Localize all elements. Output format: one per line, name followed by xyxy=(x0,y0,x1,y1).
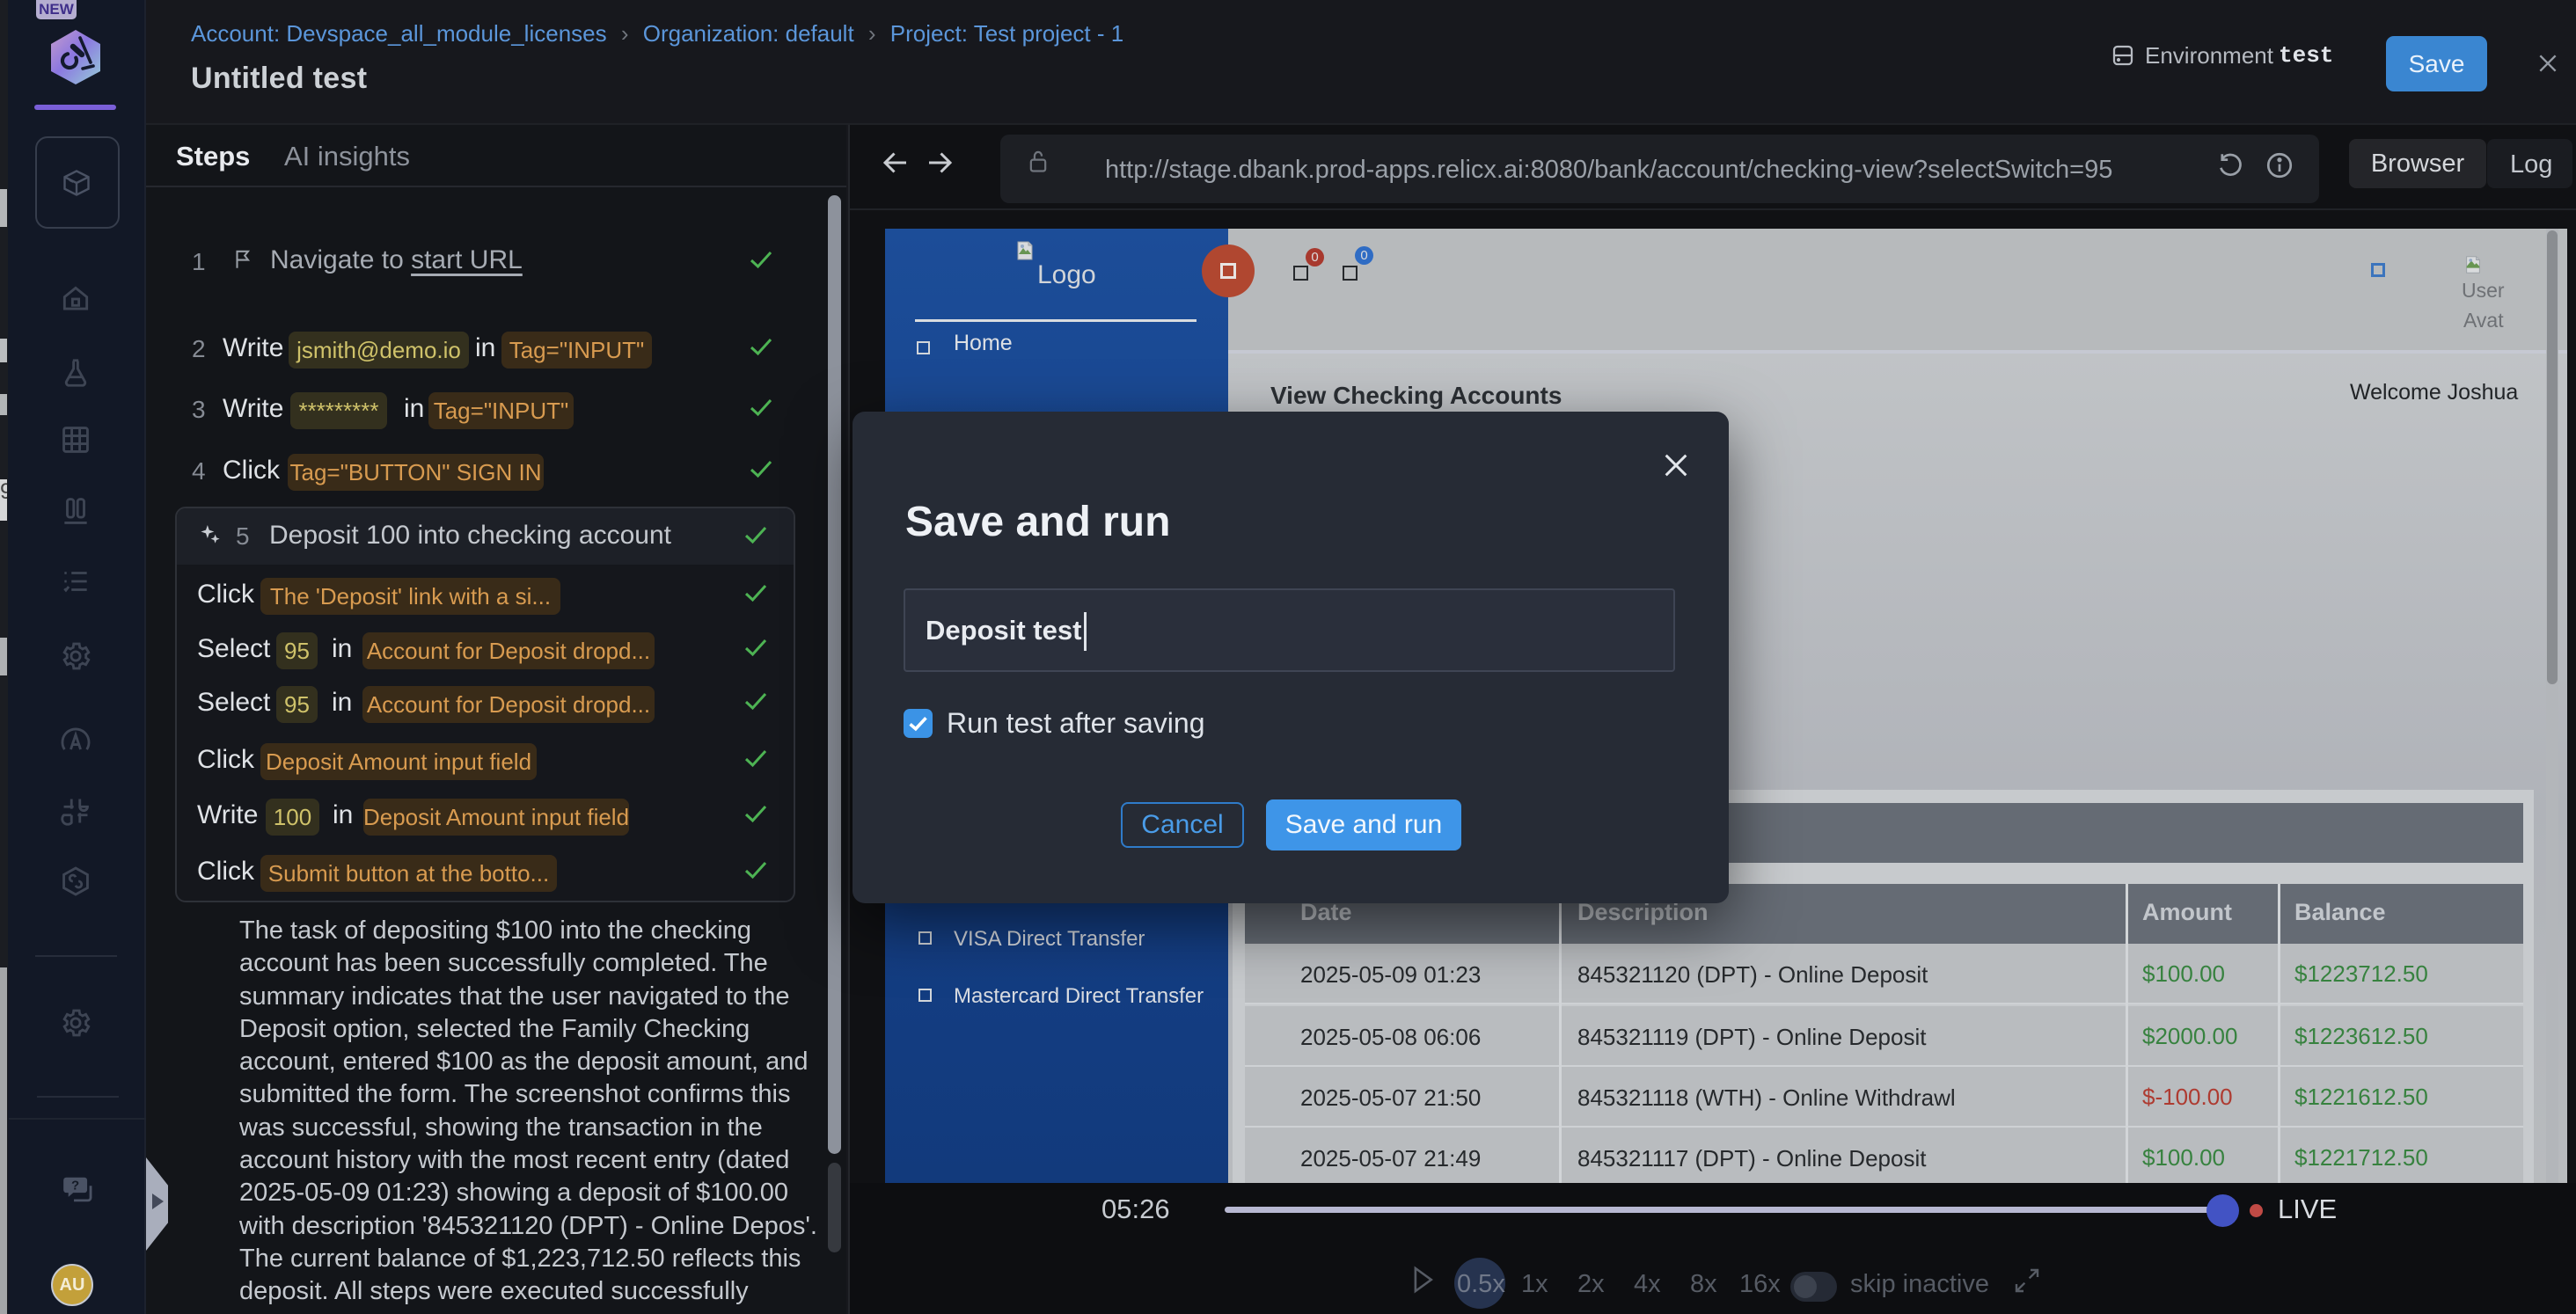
svg-text:?: ? xyxy=(71,1178,79,1193)
